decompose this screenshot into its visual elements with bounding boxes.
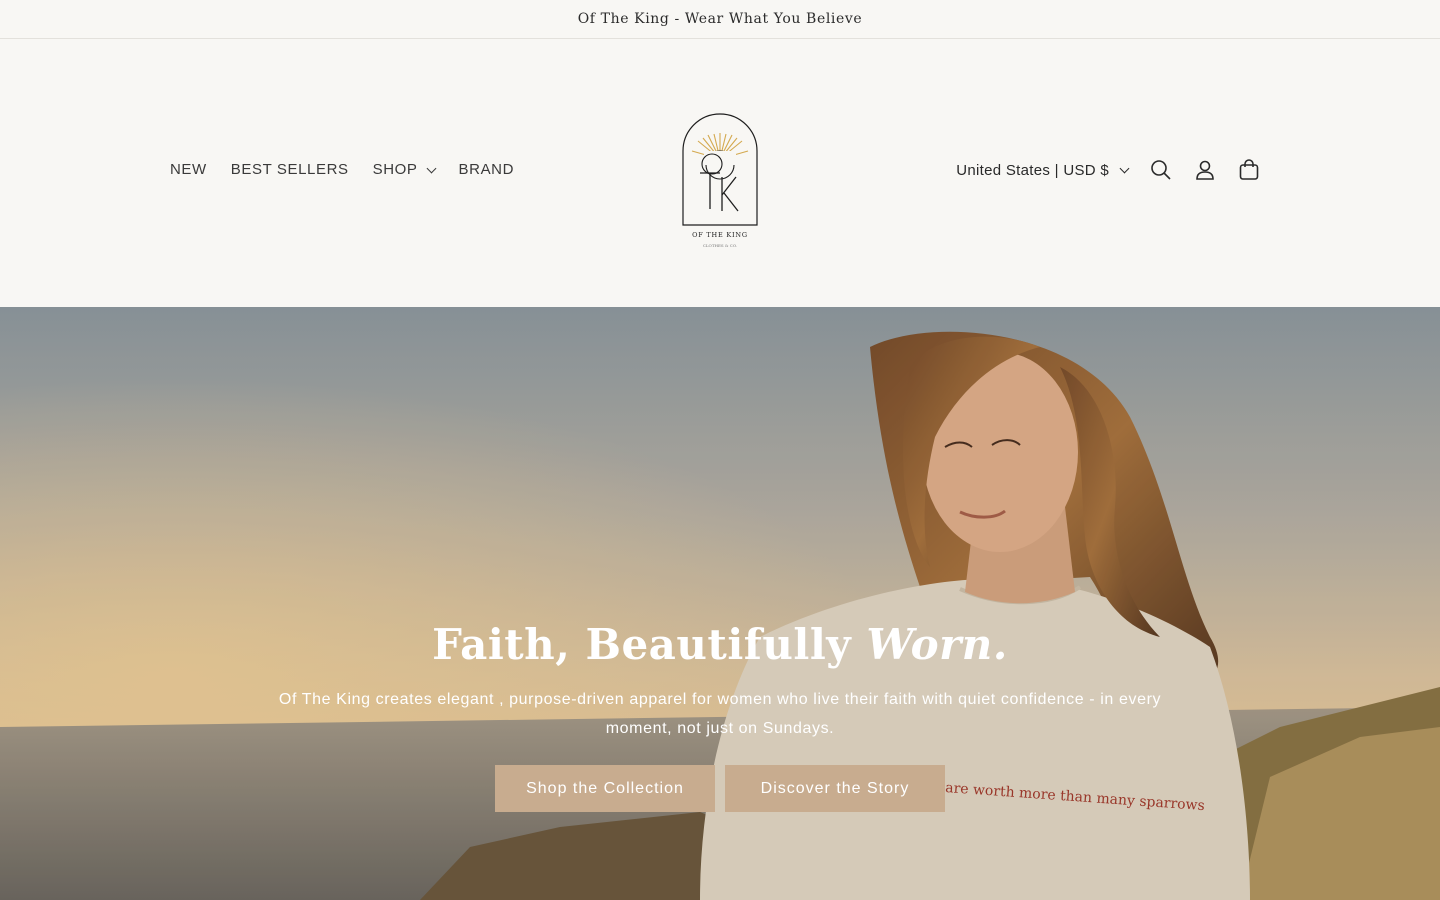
cart-icon [1239, 159, 1259, 180]
nav-item-label: BEST SELLERS [230, 161, 349, 178]
hero-content: Faith, Beautifully Worn. Of The King cre… [0, 619, 1440, 812]
nav-item-label: SHOP [372, 161, 418, 178]
account-icon [1196, 160, 1214, 180]
site-header: NEW BEST SELLERS SHOP BRAND OF THE KING … [0, 39, 1440, 307]
search-button[interactable] [1146, 155, 1176, 185]
nav-item-label: BRAND [458, 161, 515, 178]
chevron-down-icon [1119, 163, 1130, 174]
locale-selector[interactable]: United States | USD $ [956, 161, 1130, 179]
nav-item-label: NEW [170, 161, 207, 178]
locale-label: United States | USD $ [956, 161, 1109, 179]
nav-item-new[interactable]: NEW [170, 161, 207, 178]
logo-mark: OF THE KING CLOTHES & CO. [682, 113, 758, 248]
hero-title-emphasis: Worn. [866, 620, 1008, 669]
discover-story-button[interactable]: Discover the Story [725, 765, 945, 812]
logo-small-text: CLOTHES & CO. [703, 243, 737, 248]
announcement-text: Of The King - Wear What You Believe [577, 11, 863, 27]
hero-buttons: Shop the Collection Discover the Story [0, 765, 1440, 812]
cart-button[interactable] [1234, 155, 1264, 185]
hero-banner: are worth more than many sparrows Faith,… [0, 307, 1440, 900]
nav-item-shop[interactable]: SHOP [372, 161, 436, 178]
hero-title-main: Faith, Beautifully [432, 620, 867, 669]
nav-item-best-sellers[interactable]: BEST SELLERS [231, 161, 349, 178]
chevron-down-icon [426, 163, 436, 173]
account-button[interactable] [1190, 155, 1220, 185]
brand-logo[interactable]: OF THE KING CLOTHES & CO. [670, 107, 770, 253]
shop-collection-button[interactable]: Shop the Collection [495, 765, 715, 812]
announcement-bar: Of The King - Wear What You Believe [0, 0, 1440, 39]
main-nav: NEW BEST SELLERS SHOP BRAND [170, 161, 514, 178]
nav-item-brand[interactable]: BRAND [459, 161, 515, 178]
hero-subtitle: Of The King creates elegant , purpose-dr… [278, 691, 1162, 737]
hero-title: Faith, Beautifully Worn. [0, 619, 1440, 671]
header-utilities: United States | USD $ [956, 155, 1264, 185]
logo-tagline: OF THE KING [692, 231, 748, 239]
search-icon [1151, 160, 1171, 180]
